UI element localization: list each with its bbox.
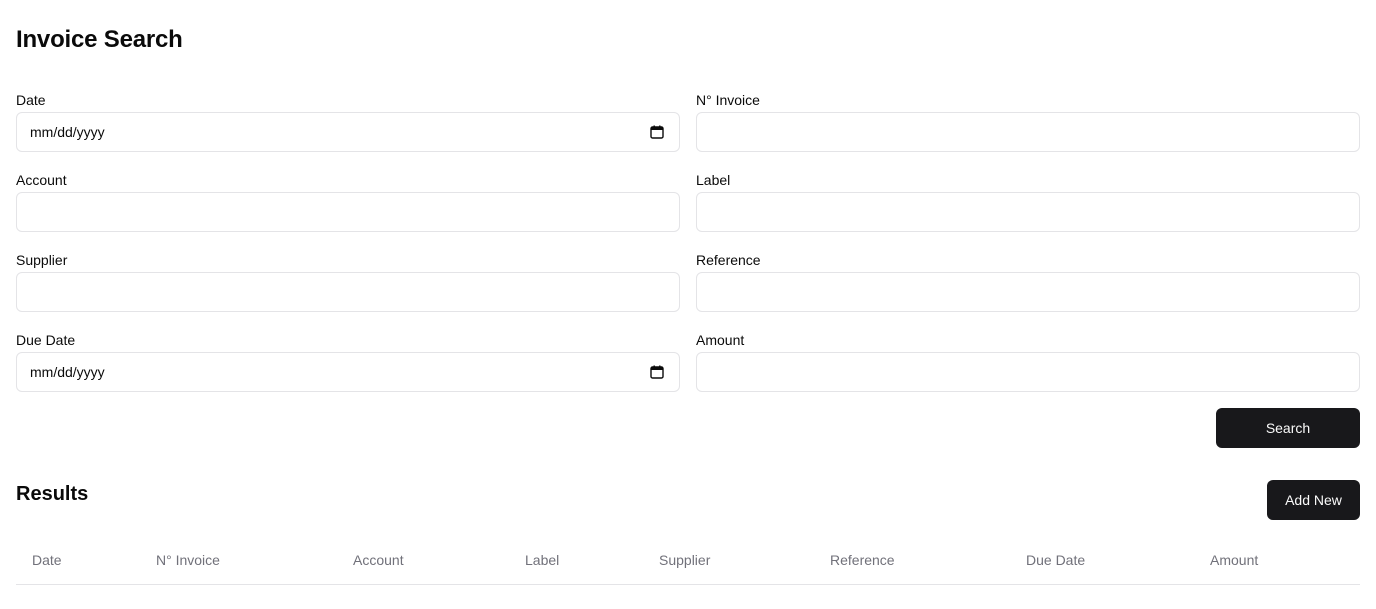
due-date-field-group: Due Date mm/dd/yyyy bbox=[16, 330, 680, 410]
reference-field-group: Reference bbox=[696, 250, 1360, 330]
invoice-number-label: N° Invoice bbox=[696, 92, 760, 108]
results-title: Results bbox=[16, 483, 89, 505]
search-form: Date mm/dd/yyyy N° Invoice Account Label… bbox=[16, 90, 1360, 410]
calendar-icon[interactable] bbox=[650, 365, 664, 379]
invoice-search-page: Invoice Search Date mm/dd/yyyy N° Invoic… bbox=[0, 0, 1376, 609]
invoice-number-input[interactable] bbox=[696, 112, 1360, 152]
date-placeholder: mm/dd/yyyy bbox=[30, 124, 105, 140]
date-input[interactable]: mm/dd/yyyy bbox=[16, 112, 680, 152]
date-field-group: Date mm/dd/yyyy bbox=[16, 90, 680, 170]
account-field-group: Account bbox=[16, 170, 680, 250]
results-table: Date N° Invoice Account Label Supplier R… bbox=[16, 536, 1360, 585]
search-button[interactable]: Search bbox=[1216, 408, 1360, 448]
column-header-account[interactable]: Account bbox=[337, 552, 509, 568]
add-new-button[interactable]: Add New bbox=[1267, 480, 1360, 520]
amount-label: Amount bbox=[696, 332, 745, 348]
amount-input[interactable] bbox=[696, 352, 1360, 392]
due-date-label: Due Date bbox=[16, 332, 76, 348]
table-header-row: Date N° Invoice Account Label Supplier R… bbox=[16, 536, 1360, 584]
account-label: Account bbox=[16, 172, 67, 188]
label-field-group: Label bbox=[696, 170, 1360, 250]
column-header-supplier[interactable]: Supplier bbox=[643, 552, 814, 568]
column-header-label[interactable]: Label bbox=[509, 552, 643, 568]
reference-label: Reference bbox=[696, 252, 761, 268]
column-header-due-date[interactable]: Due Date bbox=[1010, 552, 1194, 568]
column-header-date[interactable]: Date bbox=[16, 552, 140, 568]
search-actions: Search bbox=[1216, 408, 1360, 448]
column-header-amount[interactable]: Amount bbox=[1194, 552, 1360, 568]
column-header-invoice-number[interactable]: N° Invoice bbox=[140, 552, 337, 568]
supplier-label: Supplier bbox=[16, 252, 68, 268]
due-date-placeholder: mm/dd/yyyy bbox=[30, 364, 105, 380]
amount-field-group: Amount bbox=[696, 330, 1360, 410]
due-date-input[interactable]: mm/dd/yyyy bbox=[16, 352, 680, 392]
calendar-icon[interactable] bbox=[650, 125, 664, 139]
invoice-number-field-group: N° Invoice bbox=[696, 90, 1360, 170]
reference-input[interactable] bbox=[696, 272, 1360, 312]
column-header-reference[interactable]: Reference bbox=[814, 552, 1010, 568]
page-title: Invoice Search bbox=[16, 26, 183, 53]
supplier-input[interactable] bbox=[16, 272, 680, 312]
label-input[interactable] bbox=[696, 192, 1360, 232]
date-label: Date bbox=[16, 92, 46, 108]
label-label: Label bbox=[696, 172, 731, 188]
account-input[interactable] bbox=[16, 192, 680, 232]
supplier-field-group: Supplier bbox=[16, 250, 680, 330]
results-actions: Add New bbox=[1267, 480, 1360, 520]
